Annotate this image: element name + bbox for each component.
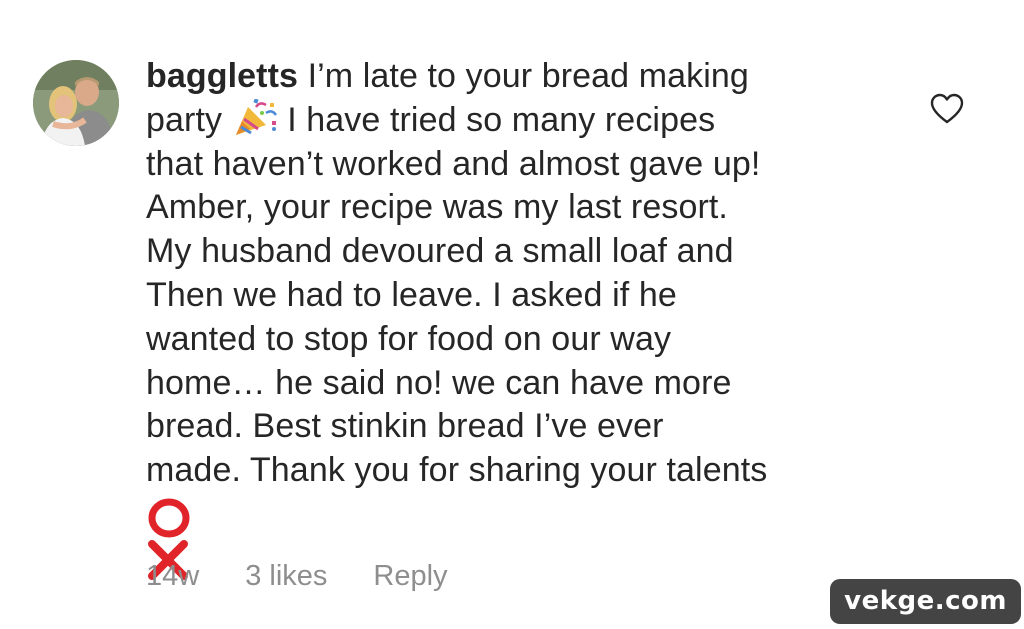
comment-line: baggletts I’m late to your bread making: [146, 55, 906, 99]
username-link[interactable]: baggletts: [146, 57, 298, 95]
comment-line: bread. Best stinkin bread I’ve ever: [146, 407, 664, 446]
avatar-photo: [33, 60, 119, 146]
likes-count-link[interactable]: 3 likes: [245, 560, 327, 593]
comment-line: home… he said no! we can have more: [146, 363, 732, 402]
comment-text: I’m late to your bread making: [307, 57, 749, 95]
comment-meta: 14w 3 likes Reply: [146, 560, 448, 593]
comment-text: party: [146, 100, 223, 139]
party-popper-icon: [232, 98, 278, 137]
hugs-and-kisses-o-x-icon: [146, 497, 906, 580]
comment-line: party I have tried so many recipes: [146, 98, 906, 143]
comment-line: made. Thank you for sharing your talents: [146, 451, 768, 490]
avatar[interactable]: [33, 60, 119, 146]
comment-line: Then we had to leave. I asked if he: [146, 275, 677, 314]
comment-text: I have tried so many recipes: [287, 100, 716, 139]
comment-screenshot: baggletts I’m late to your bread making …: [0, 0, 1024, 629]
comment-line: Amber, your recipe was my last resort.: [146, 188, 728, 227]
watermark: vekge.com: [830, 579, 1021, 624]
comment-line: My husband devoured a small loaf and: [146, 232, 734, 271]
red-o-icon: [148, 498, 190, 538]
comment-body: baggletts I’m late to your bread making …: [146, 55, 906, 580]
comment-line: that haven’t worked and almost gave up!: [146, 144, 761, 183]
heart-outline-icon[interactable]: [930, 93, 964, 125]
comment-line: wanted to stop for food on our way: [146, 319, 672, 358]
reply-button[interactable]: Reply: [373, 560, 447, 593]
comment-age: 14w: [146, 560, 200, 592]
